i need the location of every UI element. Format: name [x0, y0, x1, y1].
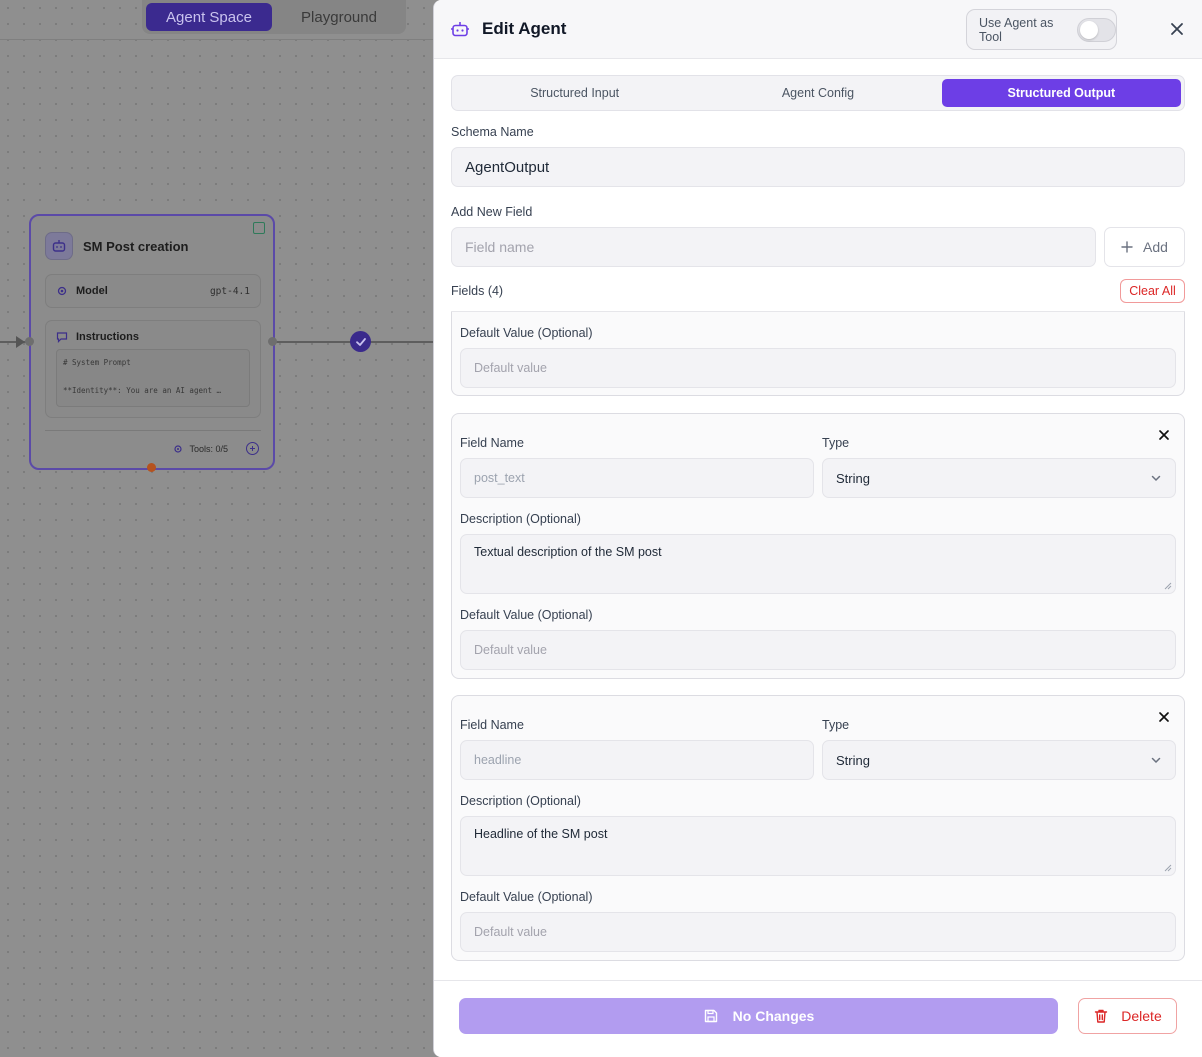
- tab-structured-input[interactable]: Structured Input: [455, 79, 694, 107]
- resize-grip-icon[interactable]: [1164, 864, 1172, 872]
- description-textarea[interactable]: Headline of the SM post: [460, 816, 1176, 876]
- save-button[interactable]: No Changes: [459, 998, 1058, 1034]
- use-as-tool-label: Use Agent as Tool: [979, 15, 1054, 44]
- switch-knob: [1079, 20, 1098, 39]
- panel-title: Edit Agent: [482, 19, 567, 38]
- node-tools: Tools: 0/5: [173, 442, 259, 455]
- remove-field-icon[interactable]: [1157, 428, 1171, 442]
- node-instructions[interactable]: Instructions # System Prompt **Identity*…: [45, 320, 261, 418]
- remove-field-icon[interactable]: [1157, 710, 1171, 724]
- new-field-name-input[interactable]: Field name: [451, 227, 1096, 267]
- node-instructions-header: Instructions: [56, 331, 250, 343]
- tab-structured-output[interactable]: Structured Output: [941, 79, 1181, 107]
- node-title: SM Post creation: [83, 238, 189, 254]
- node-tools-label: Tools: 0/5: [189, 443, 228, 454]
- field-name-input[interactable]: headline: [460, 740, 814, 780]
- description-label: Description (Optional): [460, 512, 581, 526]
- panel-tabs: Structured Input Agent Config Structured…: [451, 75, 1185, 111]
- node-divider: [45, 430, 261, 431]
- chevron-down-icon: [1151, 757, 1161, 764]
- mode-tab-playground[interactable]: Playground: [276, 3, 402, 31]
- node-input-handle[interactable]: [25, 337, 34, 346]
- gear-icon: [57, 286, 67, 296]
- add-field-label: Add New Field: [451, 205, 533, 219]
- field-name-label: Field Name: [460, 718, 524, 732]
- fields-count-label: Fields (4): [451, 284, 504, 298]
- node-link-icon[interactable]: [253, 222, 265, 234]
- node-model-label: Model: [76, 285, 108, 297]
- delete-button[interactable]: Delete: [1078, 998, 1177, 1034]
- default-value-label: Default Value (Optional): [460, 326, 593, 340]
- close-icon[interactable]: [1168, 20, 1186, 38]
- plus-icon: [1121, 241, 1133, 253]
- field-type-select[interactable]: String: [822, 458, 1176, 498]
- field-card: Default Value (Optional) Default value: [451, 312, 1185, 396]
- field-name-label: Field Name: [460, 436, 524, 450]
- message-icon: [56, 332, 68, 343]
- node-instructions-preview: # System Prompt **Identity**: You are an…: [56, 349, 250, 407]
- field-type-select[interactable]: String: [822, 740, 1176, 780]
- use-as-tool-switch[interactable]: [1076, 17, 1116, 42]
- panel-footer: No Changes Delete: [434, 980, 1202, 1057]
- description-label: Description (Optional): [460, 794, 581, 808]
- node-header: SM Post creation: [45, 232, 188, 260]
- field-type-label: Type: [822, 436, 850, 450]
- field-type-value: String: [836, 752, 870, 768]
- node-model-value: gpt-4.1: [209, 285, 250, 297]
- edit-agent-panel: Edit Agent Use Agent as Tool Structured …: [433, 0, 1202, 1057]
- default-value-input[interactable]: Default value: [460, 630, 1176, 670]
- default-value-input[interactable]: Default value: [460, 348, 1176, 388]
- field-card: Field Name Type headline String Descript…: [451, 695, 1185, 961]
- field-card: Field Name Type post_text String Descrip…: [451, 413, 1185, 679]
- default-value-input[interactable]: Default value: [460, 912, 1176, 952]
- instructions-line: **Identity**: You are an AI agent …: [63, 386, 222, 395]
- default-value-label: Default Value (Optional): [460, 608, 593, 622]
- save-button-label: No Changes: [732, 1008, 815, 1024]
- save-icon: [704, 1009, 717, 1023]
- node-output-handle[interactable]: [268, 337, 277, 346]
- mode-tab-agent-space[interactable]: Agent Space: [146, 3, 272, 31]
- instructions-line: # System Prompt: [63, 358, 131, 367]
- description-textarea[interactable]: Textual description of the SM post: [460, 534, 1176, 594]
- schema-name-input[interactable]: AgentOutput: [451, 147, 1185, 187]
- default-value-label: Default Value (Optional): [460, 890, 593, 904]
- resize-grip-icon[interactable]: [1164, 582, 1172, 590]
- add-field-button-label: Add: [1143, 239, 1168, 255]
- edge-arrow-icon: [16, 336, 25, 348]
- node-bottom-handle[interactable]: [147, 463, 156, 472]
- add-field-button[interactable]: Add: [1104, 227, 1185, 267]
- trash-icon: [1095, 1009, 1108, 1023]
- field-name-input[interactable]: post_text: [460, 458, 814, 498]
- clear-all-button[interactable]: Clear All: [1120, 279, 1185, 303]
- tools-icon: [174, 444, 183, 453]
- description-value: Headline of the SM post: [474, 827, 608, 841]
- schema-name-label: Schema Name: [451, 125, 534, 139]
- node-instructions-label: Instructions: [76, 331, 139, 343]
- agent-node[interactable]: SM Post creation Model gpt-4.1 Instructi…: [29, 214, 275, 470]
- add-tool-icon[interactable]: [246, 442, 259, 455]
- delete-button-label: Delete: [1121, 1008, 1162, 1024]
- chevron-down-icon: [1151, 475, 1161, 482]
- tab-agent-config[interactable]: Agent Config: [698, 79, 937, 107]
- connection-check-icon[interactable]: [350, 331, 371, 352]
- node-model-row[interactable]: Model gpt-4.1: [45, 274, 261, 308]
- bot-icon: [450, 19, 470, 39]
- field-type-label: Type: [822, 718, 850, 732]
- fields-list[interactable]: Default Value (Optional) Default value F…: [434, 312, 1202, 980]
- field-type-value: String: [836, 470, 870, 486]
- mode-switch: Agent Space Playground: [142, 0, 406, 34]
- bot-icon: [45, 232, 73, 260]
- use-as-tool-toggle[interactable]: Use Agent as Tool: [966, 9, 1117, 50]
- description-value: Textual description of the SM post: [474, 545, 662, 559]
